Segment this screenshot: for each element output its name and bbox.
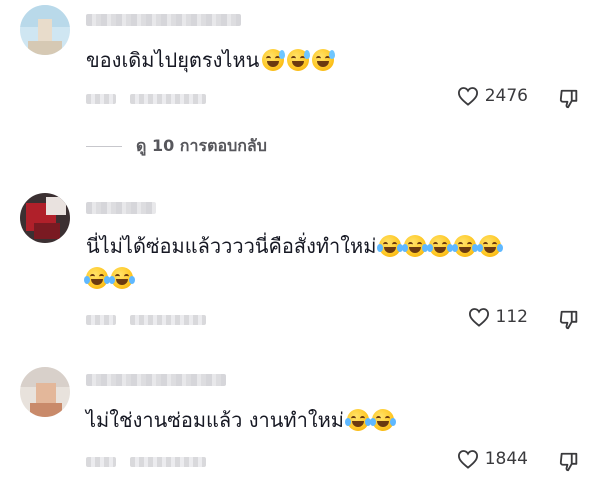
like-button[interactable]: 112	[468, 307, 528, 327]
comment-3: ไม่ใช่งานซ่อมแล้ว งานทำใหม่ 1844	[0, 362, 600, 490]
comment-body: ของเดิมไปยุตรงไหน	[86, 48, 260, 72]
tears-of-joy-emoji	[402, 235, 429, 257]
comment-2: นี่ไม่ได้ซ่อมแล้ววววนี่คือสั่งทำใหม่ 112	[0, 185, 600, 335]
username-blurred[interactable]	[86, 14, 241, 26]
username-blurred[interactable]	[86, 374, 226, 386]
heart-icon	[468, 307, 490, 327]
comment-meta-blurred	[86, 94, 206, 104]
tears-of-joy-emoji	[84, 267, 110, 289]
comment-meta-blurred	[86, 315, 206, 325]
comment-text: นี่ไม่ได้ซ่อมแล้ววววนี่คือสั่งทำใหม่	[84, 230, 570, 294]
like-count: 112	[495, 307, 528, 327]
dislike-icon[interactable]	[558, 309, 580, 331]
tears-of-joy-emoji	[377, 235, 404, 257]
avatar[interactable]	[20, 193, 70, 243]
comment-text: ของเดิมไปยุตรงไหน	[86, 44, 570, 76]
avatar[interactable]	[20, 5, 70, 55]
tears-of-joy-emoji	[427, 235, 454, 257]
tears-of-joy-emoji	[452, 235, 479, 257]
sweat-smile-emoji	[262, 49, 286, 71]
heart-icon	[457, 86, 479, 106]
heart-icon	[457, 449, 479, 469]
replies-divider	[86, 146, 122, 147]
comment-1: ของเดิมไปยุตรงไหน 2476	[0, 0, 600, 130]
dislike-icon[interactable]	[558, 451, 580, 473]
view-replies-button[interactable]: ดู 10 การตอบกลับ	[86, 134, 267, 159]
comment-meta-blurred	[86, 457, 206, 467]
like-button[interactable]: 1844	[457, 449, 528, 469]
like-count: 2476	[484, 86, 528, 106]
tears-of-joy-emoji	[344, 409, 371, 431]
like-button[interactable]: 2476	[457, 86, 528, 106]
tears-of-joy-emoji	[369, 409, 396, 431]
sweat-smile-emoji	[312, 49, 336, 71]
comment-body: นี่ไม่ได้ซ่อมแล้ววววนี่คือสั่งทำใหม่	[86, 234, 377, 258]
avatar[interactable]	[20, 367, 70, 417]
view-replies-label: ดู 10 การตอบกลับ	[136, 136, 267, 155]
tears-of-joy-emoji	[109, 267, 135, 289]
tears-of-joy-emoji	[477, 235, 504, 257]
comment-body: ไม่ใช่งานซ่อมแล้ว งานทำใหม่	[86, 408, 344, 432]
comment-text: ไม่ใช่งานซ่อมแล้ว งานทำใหม่	[86, 404, 570, 436]
sweat-smile-emoji	[287, 49, 311, 71]
like-count: 1844	[484, 449, 528, 469]
username-blurred[interactable]	[86, 202, 156, 214]
dislike-icon[interactable]	[558, 88, 580, 110]
